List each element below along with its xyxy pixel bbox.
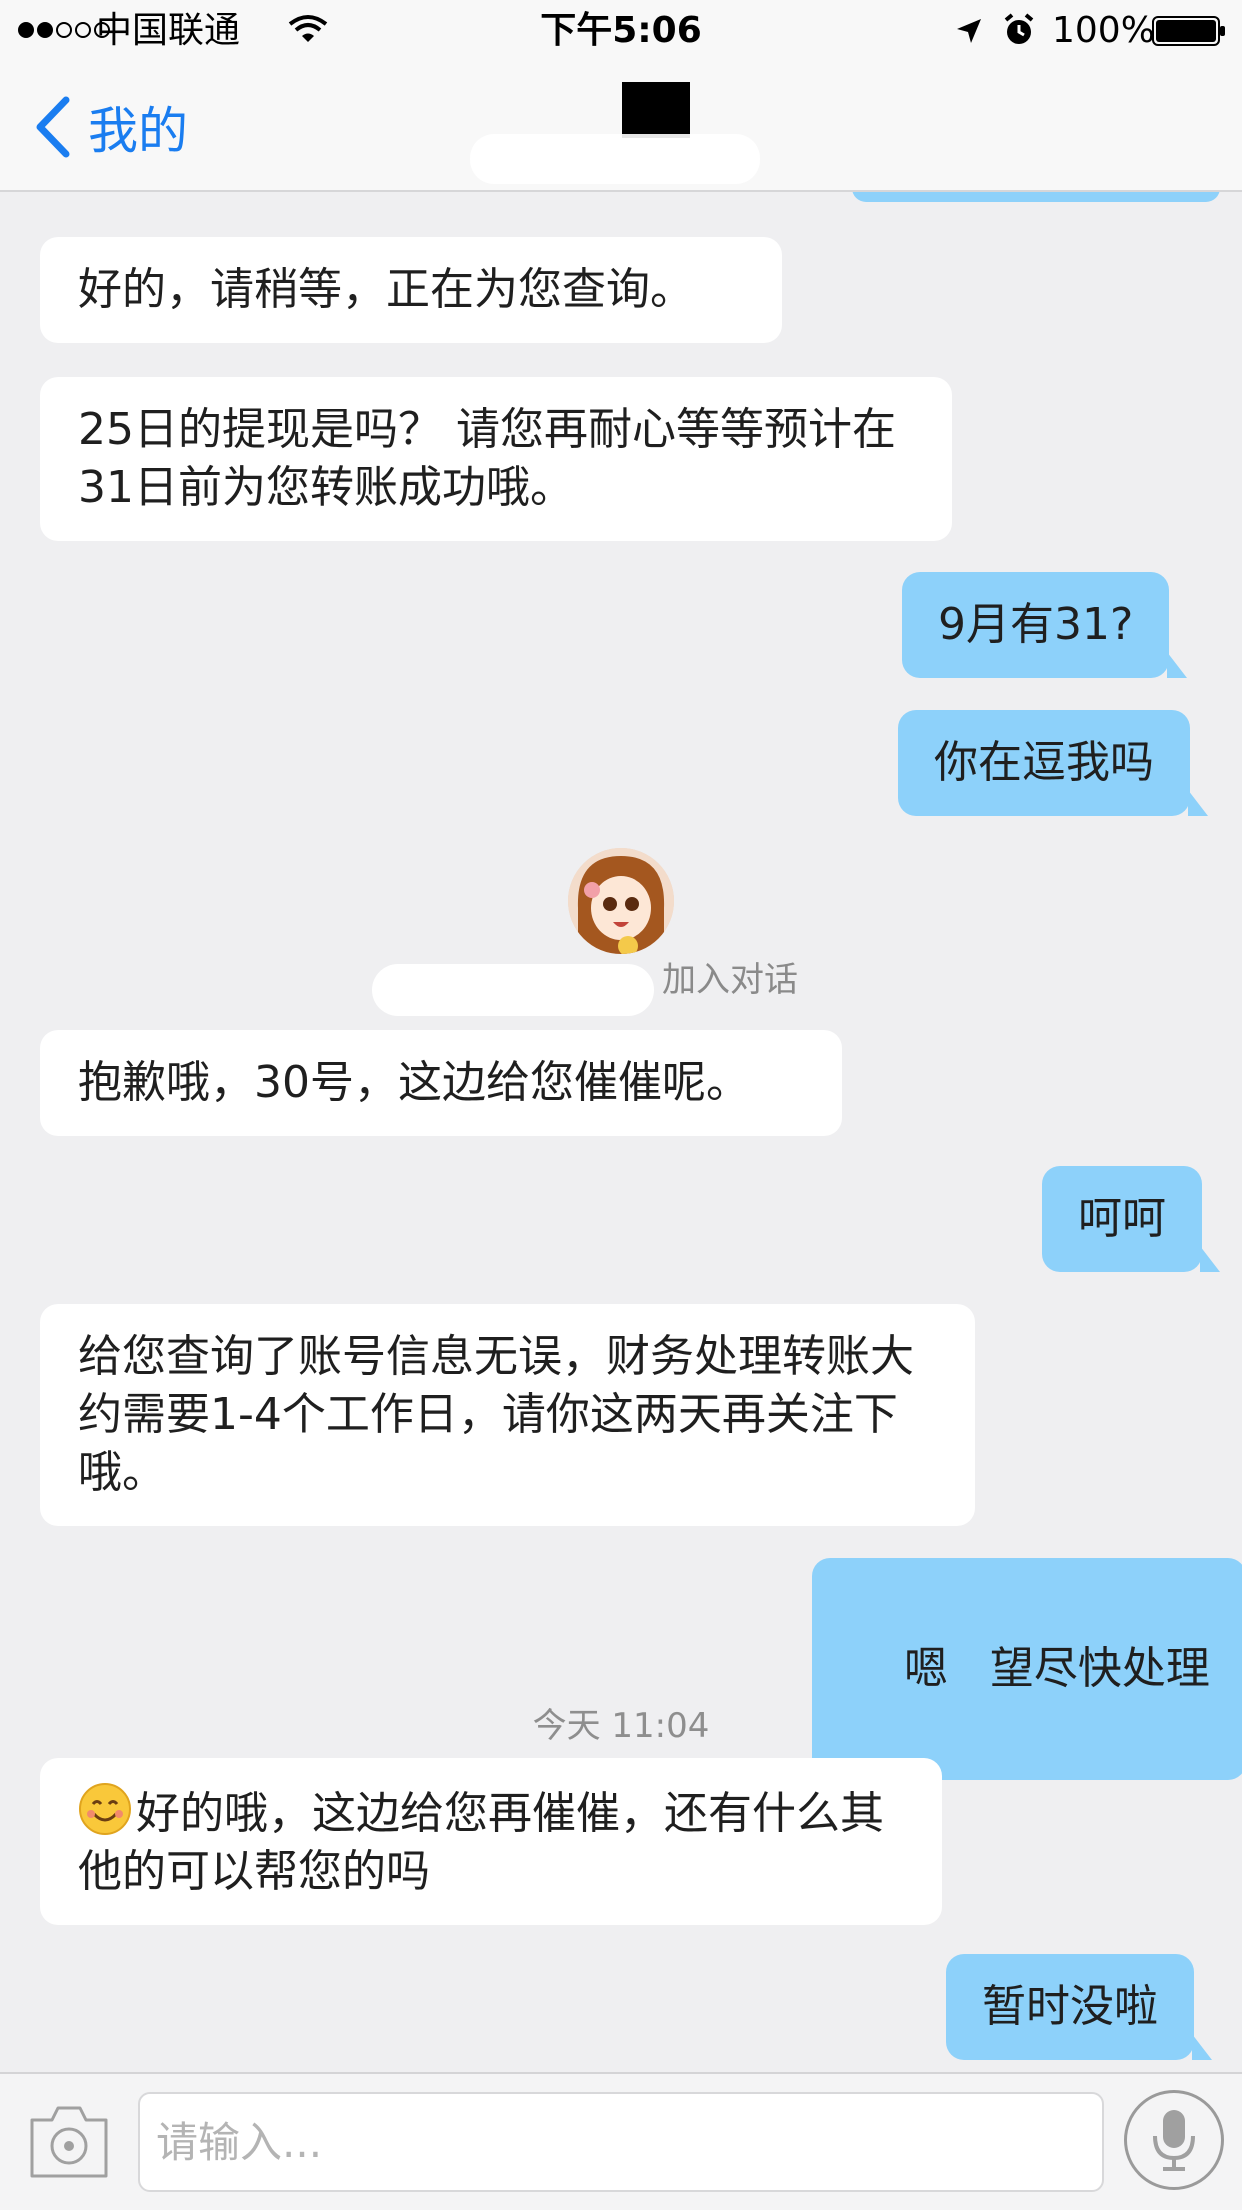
message-bubble-incoming: 好的哦，这边给您再催催，还有什么其他的可以帮您的吗 <box>40 1758 942 1925</box>
chat-message-list[interactable]: 好的，请稍等，正在为您查询。 25日的提现是吗？ 请您再耐心等等预计在31日前为… <box>0 192 1242 2072</box>
message-timestamp: 今天 11:04 <box>532 1706 710 1746</box>
message-bubble-outgoing: 9月有31? <box>902 572 1188 678</box>
message-bubble-outgoing: 呵呵 <box>1042 1166 1220 1272</box>
chevron-left-icon <box>36 96 70 158</box>
message-bubble-incoming: 25日的提现是吗？ 请您再耐心等等预计在31日前为您转账成功哦。 <box>40 377 952 541</box>
message-text-input[interactable] <box>138 2092 1104 2192</box>
navigation-bar: 我的 <box>0 62 1242 192</box>
camera-button[interactable] <box>26 2102 112 2182</box>
alarm-icon <box>1004 13 1034 44</box>
message-bubble-incoming: 抱歉哦，30号，这边给您催催呢。 <box>40 1030 842 1136</box>
message-bubble-incoming: 给您查询了账号信息无误，财务处理转账大约需要1-4个工作日，请你这两天再关注下哦… <box>40 1304 975 1526</box>
voice-input-button[interactable] <box>1124 2090 1224 2190</box>
smiling-face-icon <box>79 1783 131 1835</box>
join-conversation-notice: 加入对话 <box>662 960 798 1000</box>
partial-outgoing-bubble <box>852 192 1220 202</box>
agent-avatar-icon[interactable] <box>568 848 674 954</box>
location-arrow-icon <box>957 19 981 43</box>
message-bubble-outgoing: 你在逗我吗 <box>898 710 1208 816</box>
camera-icon <box>30 2106 108 2178</box>
battery-percent: 100% <box>1052 10 1155 51</box>
battery-icon <box>1152 16 1225 46</box>
message-bubble-outgoing: 暂时没啦 <box>946 1954 1212 2060</box>
back-button[interactable]: 我的 <box>34 92 188 162</box>
message-bubble-incoming: 好的，请稍等，正在为您查询。 <box>40 237 782 343</box>
redacted-title <box>622 82 690 138</box>
redacted-agent-name <box>372 964 654 1016</box>
back-button-label: 我的 <box>88 102 188 160</box>
message-input-bar <box>0 2072 1242 2210</box>
status-bar: 中国联通 下午5:06 100% <box>0 0 1242 62</box>
microphone-icon <box>1153 2110 1195 2171</box>
redacted-subtitle <box>470 134 760 184</box>
